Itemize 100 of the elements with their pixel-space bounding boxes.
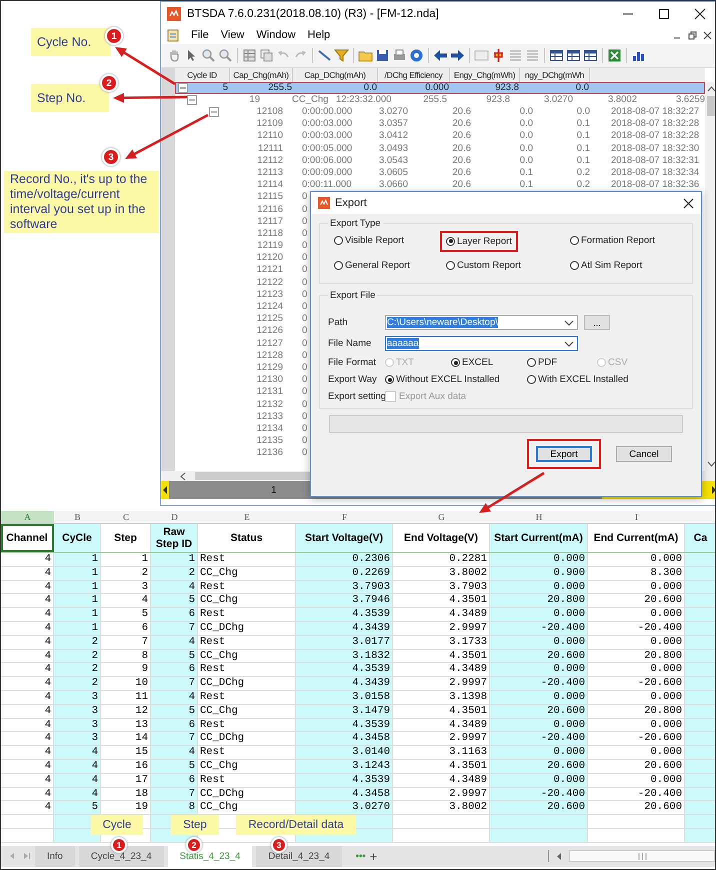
table-cell xyxy=(685,815,715,829)
table-cell: 0 xyxy=(302,410,308,423)
table-cell: 4.3539 xyxy=(296,774,393,788)
help-icon[interactable] xyxy=(409,48,424,63)
menu-item[interactable]: File xyxy=(191,29,209,41)
table-cell: 3 xyxy=(54,732,101,746)
callout-note: Record/Detail data xyxy=(236,815,356,836)
radio-button[interactable]: With EXCEL Installed xyxy=(527,374,628,385)
table-cell: 4 xyxy=(54,760,101,774)
radio-button[interactable]: General Report xyxy=(334,260,410,271)
table-cell: 7 xyxy=(151,677,198,691)
add-sheet-button[interactable]: + xyxy=(370,848,378,864)
close-icon[interactable] xyxy=(694,8,706,20)
table-cell-text: 3.6259 xyxy=(674,94,705,106)
radio-button[interactable]: Layer Report xyxy=(446,236,512,246)
table-cell: 3.0177 xyxy=(296,636,393,650)
table-cell: 4 xyxy=(151,580,198,594)
radio-button[interactable]: Atl Sim Report xyxy=(570,260,642,271)
dialog-title: Export xyxy=(335,197,368,209)
left-icon[interactable] xyxy=(433,48,448,63)
column-letter[interactable]: G xyxy=(393,511,490,523)
restore-icon[interactable] xyxy=(688,30,697,40)
close-icon[interactable] xyxy=(683,198,694,208)
radio-button[interactable]: Formation Report xyxy=(570,235,655,246)
column-letter[interactable]: B xyxy=(54,511,101,523)
printer-icon[interactable] xyxy=(392,48,407,63)
table-cell: 4 xyxy=(54,788,101,802)
sheet-tab[interactable]: Info xyxy=(35,846,75,867)
path-field[interactable]: C:\Users\neware\Desktop\ xyxy=(385,315,578,330)
table-cell-text: 20.6 xyxy=(452,179,471,192)
scroll-up-icon[interactable] xyxy=(707,86,715,92)
table-cell: 4 xyxy=(151,690,198,705)
table-icon[interactable] xyxy=(242,48,257,63)
right-icon[interactable] xyxy=(450,48,465,63)
column-header[interactable]: Channel xyxy=(1,524,54,552)
table-cell-text: 0.1 xyxy=(518,166,533,180)
magnifier-icon[interactable] xyxy=(218,48,233,63)
grid-icon[interactable] xyxy=(566,48,581,63)
column-letter[interactable]: C xyxy=(101,511,151,523)
column-letter[interactable]: A xyxy=(1,511,54,523)
dropdown-icon[interactable] xyxy=(564,320,574,326)
scroll-left-icon[interactable] xyxy=(179,472,187,480)
table-cell: 3.1243 xyxy=(296,760,393,774)
vertical-scrollbar[interactable] xyxy=(705,82,715,471)
filter-icon[interactable] xyxy=(334,48,349,63)
table-cell: 0.000 xyxy=(490,718,588,732)
collapse-icon[interactable] xyxy=(187,95,197,105)
table-cell: 0:00:00.000 xyxy=(302,106,352,118)
menu-item[interactable]: Help xyxy=(308,29,330,41)
export-button[interactable]: Export xyxy=(536,446,592,462)
spreadsheet-icon[interactable] xyxy=(607,48,622,63)
dropdown-icon[interactable] xyxy=(564,340,574,346)
line-icon[interactable] xyxy=(317,48,332,63)
browse-button[interactable]: ... xyxy=(584,315,610,330)
radio-button[interactable]: Custom Report xyxy=(446,260,521,271)
scroll-left-icon[interactable] xyxy=(555,852,563,861)
cycle-row[interactable]: 5 255.5 0.0 0.000 923.8 0.0 xyxy=(175,82,705,94)
table-cell xyxy=(685,746,715,760)
table-cell-text: 12112 xyxy=(256,154,283,167)
table-cell-text: 12113 xyxy=(256,166,283,180)
column-header[interactable]: Start Voltage(V) xyxy=(296,524,393,552)
table-cell: 0.000 xyxy=(490,608,588,622)
column-header[interactable]: Start Current(mA) xyxy=(490,524,588,552)
table-cell: 0 xyxy=(302,288,308,302)
table-cell-text: 0.0 xyxy=(518,142,533,155)
table-cell: 2 xyxy=(54,636,101,650)
table-cell: 0.000 xyxy=(490,553,588,567)
column-letter[interactable]: I xyxy=(588,511,685,523)
table-cell-text: 12118 xyxy=(256,228,283,240)
collapse-icon[interactable] xyxy=(209,107,219,118)
table-cell: 0.000 xyxy=(490,663,588,678)
close-icon[interactable] xyxy=(703,30,712,40)
radio-button[interactable]: PDF xyxy=(527,357,597,368)
column-header[interactable]: CyCle xyxy=(54,524,101,552)
file-name-field[interactable]: aaaaaa xyxy=(385,336,578,351)
table-cell: 0 xyxy=(302,447,308,460)
menu-item[interactable]: View xyxy=(220,29,244,41)
table-cell: 0 xyxy=(302,216,308,228)
grid-icon[interactable] xyxy=(583,48,598,63)
scroll-thumb[interactable] xyxy=(707,96,715,116)
radio-button[interactable]: Visible Report xyxy=(334,235,404,246)
collapse-icon[interactable] xyxy=(178,83,188,93)
column-header[interactable]: Raw Step ID xyxy=(151,524,198,552)
radio-button[interactable]: EXCEL xyxy=(451,357,527,368)
maximize-icon[interactable] xyxy=(658,8,670,20)
column-letter[interactable]: F xyxy=(296,511,393,523)
radio-button[interactable]: Without EXCEL Installed xyxy=(385,374,527,385)
column-letter[interactable]: D xyxy=(151,511,198,523)
copy-icon[interactable] xyxy=(259,48,274,63)
arrow-left-icon[interactable] xyxy=(161,481,169,499)
grid-icon[interactable] xyxy=(549,48,564,63)
scroll-down-icon[interactable] xyxy=(707,461,715,467)
column-letter[interactable]: E xyxy=(198,511,296,523)
column-header[interactable]: Ca xyxy=(685,524,715,552)
cancel-button[interactable]: Cancel xyxy=(616,446,672,462)
column-letter[interactable]: H xyxy=(490,511,588,523)
save-icon[interactable] xyxy=(375,48,390,63)
menu-item[interactable]: Window xyxy=(256,29,296,41)
table-cell: 0:00:03.000 xyxy=(302,118,352,130)
magnifier-icon[interactable] xyxy=(201,48,216,63)
